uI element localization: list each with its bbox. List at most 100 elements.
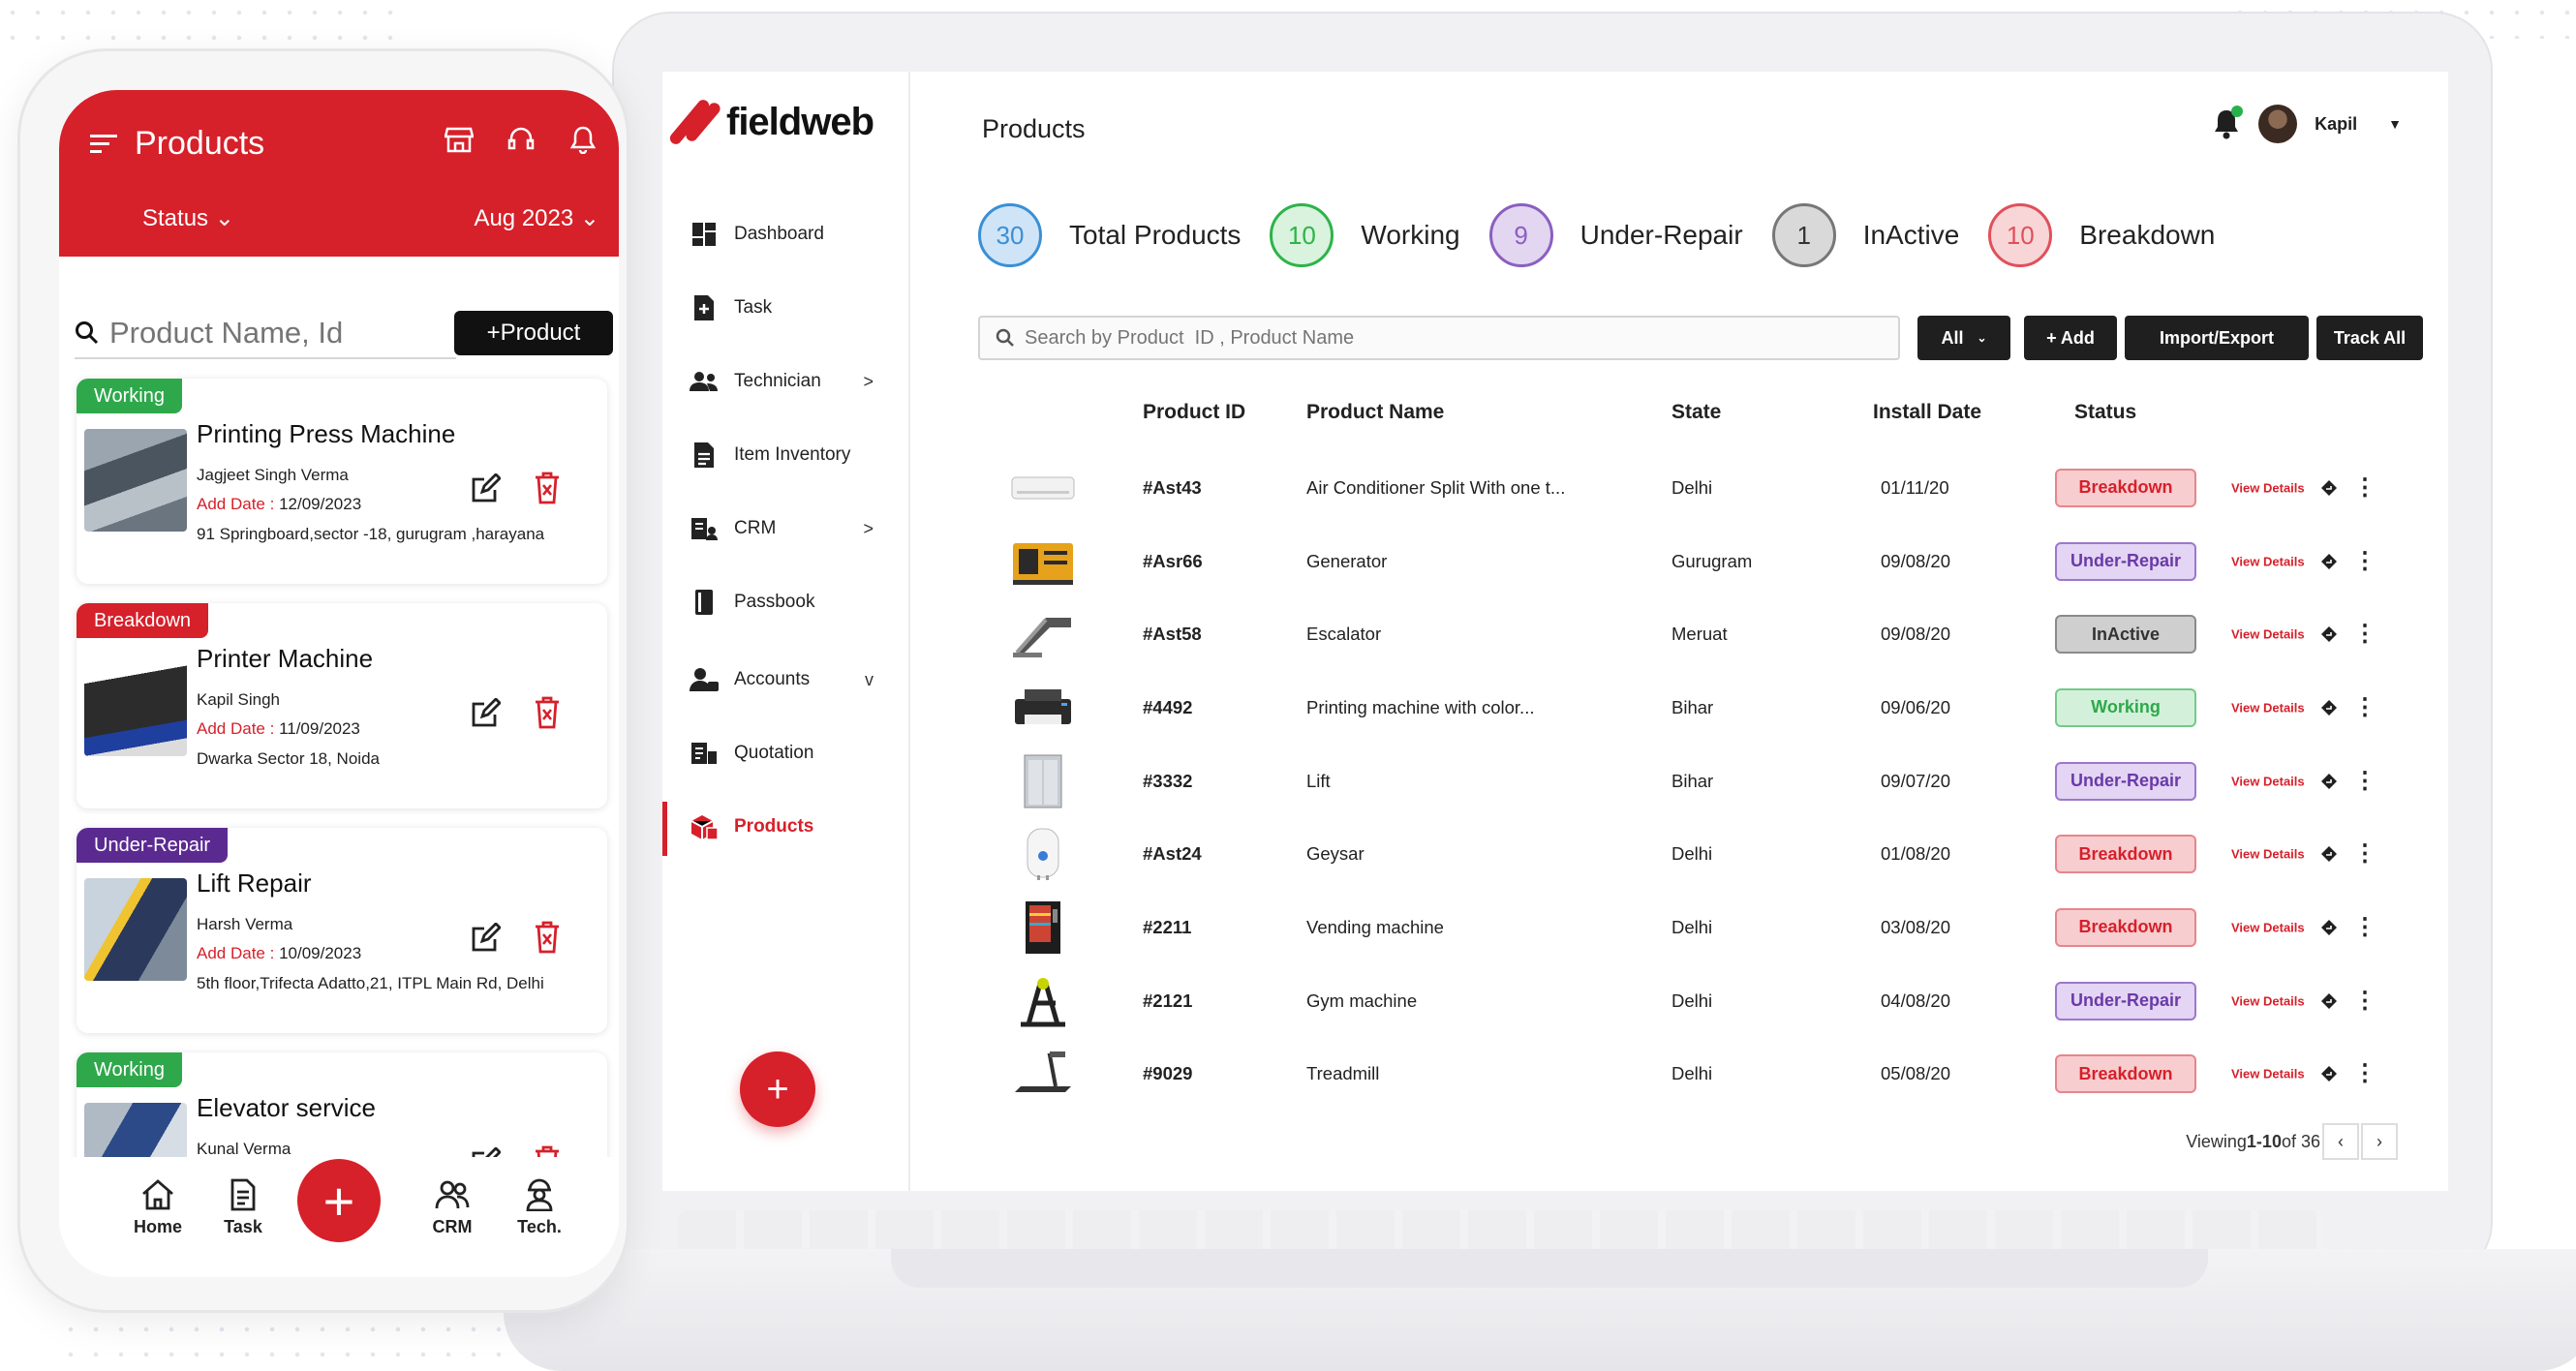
sidebar-item-passbook[interactable]: Passbook <box>662 565 910 639</box>
directions-icon[interactable] <box>2320 1065 2338 1082</box>
store-icon[interactable] <box>445 125 474 154</box>
view-details-link[interactable]: View Details <box>2231 627 2305 642</box>
stat-working[interactable]: 10 Working <box>1270 203 1460 267</box>
product-thumbnail <box>1009 682 1077 734</box>
mobile-search-input[interactable] <box>109 316 439 350</box>
more-options-icon[interactable]: ⋮ <box>2353 549 2377 573</box>
delete-icon[interactable] <box>534 696 561 729</box>
table-row[interactable]: #Ast24 Geysar Delhi 01/08/20 Breakdown View D… <box>978 817 2411 891</box>
product-name: Generator <box>1306 550 1388 571</box>
more-options-icon[interactable]: ⋮ <box>2353 989 2377 1013</box>
edit-icon[interactable] <box>470 923 501 954</box>
directions-icon[interactable] <box>2320 625 2338 643</box>
stat-inactive[interactable]: 1 InActive <box>1771 203 1959 267</box>
directions-icon[interactable] <box>2320 553 2338 570</box>
sidebar-item-task[interactable]: Task <box>662 271 910 345</box>
filter-dropdown[interactable]: All ⌄ <box>1917 316 2010 360</box>
delete-icon[interactable] <box>534 921 561 954</box>
product-thumbnail <box>1009 975 1077 1027</box>
sidebar-add-button[interactable]: + <box>740 1051 815 1127</box>
tab-crm[interactable]: CRM <box>404 1178 501 1237</box>
more-options-icon[interactable]: ⋮ <box>2353 475 2377 500</box>
product-card[interactable]: Breakdown Printer Machine Kapil Singh Add D… <box>77 603 607 808</box>
more-options-icon[interactable]: ⋮ <box>2353 1062 2377 1085</box>
directions-icon[interactable] <box>2320 479 2338 497</box>
sidebar-item-quotation[interactable]: Quotation <box>662 716 910 790</box>
user-name[interactable]: Kapil <box>2315 114 2357 135</box>
search-box[interactable] <box>978 316 1900 360</box>
add-product-button[interactable]: +Product <box>454 311 613 355</box>
headset-icon[interactable] <box>506 125 536 154</box>
view-details-link[interactable]: View Details <box>2231 920 2305 934</box>
sidebar-item-technician[interactable]: Technician > <box>662 345 910 418</box>
track-all-button[interactable]: Track All <box>2316 316 2423 360</box>
table-row[interactable]: #Ast43 Air Conditioner Split With one t..… <box>978 451 2411 525</box>
product-card[interactable]: Working Printing Press Machine Jagjeet Sin… <box>77 379 607 584</box>
install-date: 01/11/20 <box>1881 476 1949 498</box>
column-header[interactable]: Product Name <box>1306 401 1444 424</box>
import-export-button[interactable]: Import/Export <box>2125 316 2309 360</box>
product-name: Lift <box>1306 770 1331 791</box>
column-header[interactable]: State <box>1671 401 1721 424</box>
stat-total-products[interactable]: 30 Total Products <box>978 203 1241 267</box>
tab-home[interactable]: Home <box>109 1178 206 1237</box>
status-filter[interactable]: Status ⌄ <box>142 204 234 232</box>
directions-icon[interactable] <box>2320 699 2338 716</box>
view-details-link[interactable]: View Details <box>2231 1067 2305 1082</box>
view-details-link[interactable]: View Details <box>2231 480 2305 495</box>
table-row[interactable]: #3332 Lift Bihar 09/07/20 Under-Repair View D… <box>978 745 2411 818</box>
sidebar-item-crm[interactable]: CRM > <box>662 492 910 565</box>
fieldweb-logo[interactable]: fieldweb <box>667 97 874 147</box>
directions-icon[interactable] <box>2320 773 2338 790</box>
more-options-icon[interactable]: ⋮ <box>2353 842 2377 866</box>
tab-technician[interactable]: Tech. <box>491 1178 588 1237</box>
pager-suffix: of 36 <box>2281 1131 2320 1151</box>
table-row[interactable]: #9029 Treadmill Delhi 05/08/20 Breakdown View… <box>978 1038 2411 1112</box>
edit-icon[interactable] <box>470 698 501 729</box>
view-details-link[interactable]: View Details <box>2231 700 2305 715</box>
stat-breakdown[interactable]: 10 Breakdown <box>1988 203 2215 267</box>
view-details-link[interactable]: View Details <box>2231 554 2305 568</box>
column-header[interactable]: Product ID <box>1143 401 1245 424</box>
sidebar-item-item-inventory[interactable]: Item Inventory <box>662 418 910 492</box>
chevron-down-icon[interactable]: ▼ <box>2388 116 2402 132</box>
more-options-icon[interactable]: ⋮ <box>2353 623 2377 646</box>
stat-under-repair[interactable]: 9 Under-Repair <box>1488 203 1743 267</box>
table-row[interactable]: #Ast58 Escalator Meruat 09/08/20 InActive Vie… <box>978 597 2411 671</box>
directions-icon[interactable] <box>2320 992 2338 1010</box>
directions-icon[interactable] <box>2320 845 2338 863</box>
table-row[interactable]: #Asr66 Generator Gurugram 09/08/20 Under-Rep… <box>978 525 2411 598</box>
avatar[interactable] <box>2258 105 2298 143</box>
search-input[interactable] <box>1025 326 1877 350</box>
sidebar-item-dashboard[interactable]: Dashboard <box>662 198 910 271</box>
bell-icon[interactable] <box>568 125 598 154</box>
column-header[interactable]: Install Date <box>1873 401 1981 424</box>
table-row[interactable]: #2211 Vending machine Delhi 03/08/20 Breakdo… <box>978 891 2411 964</box>
tab-label: Task <box>224 1217 262 1236</box>
table-row[interactable]: #4492 Printing machine with color... Bihar… <box>978 671 2411 745</box>
directions-icon[interactable] <box>2320 919 2338 936</box>
view-details-link[interactable]: View Details <box>2231 993 2305 1008</box>
add-button[interactable]: + Add <box>2024 316 2117 360</box>
table-row[interactable]: #2121 Gym machine Delhi 04/08/20 Under-Repai… <box>978 964 2411 1038</box>
mobile-add-button[interactable]: + <box>297 1159 381 1242</box>
view-details-link[interactable]: View Details <box>2231 847 2305 862</box>
product-card[interactable]: Under-Repair Lift Repair Harsh Verma Add Da… <box>77 828 607 1033</box>
tab-task[interactable]: Task <box>195 1178 291 1237</box>
notification-bell-icon[interactable] <box>2212 106 2244 140</box>
more-options-icon[interactable]: ⋮ <box>2353 769 2377 793</box>
delete-icon[interactable] <box>534 472 561 504</box>
sidebar-item-products[interactable]: Products <box>662 790 910 864</box>
sidebar-item-accounts[interactable]: Accounts v <box>662 643 910 716</box>
column-header[interactable]: Status <box>2074 401 2136 424</box>
product-state: Delhi <box>1671 916 1713 937</box>
prev-page-button[interactable]: ‹ <box>2322 1123 2359 1160</box>
menu-icon[interactable] <box>90 134 119 155</box>
edit-icon[interactable] <box>470 473 501 504</box>
more-options-icon[interactable]: ⋮ <box>2353 695 2377 719</box>
mobile-search-box[interactable] <box>75 309 456 359</box>
view-details-link[interactable]: View Details <box>2231 774 2305 788</box>
date-filter[interactable]: Aug 2023 ⌄ <box>474 204 599 232</box>
more-options-icon[interactable]: ⋮ <box>2353 915 2377 939</box>
next-page-button[interactable]: › <box>2361 1123 2398 1160</box>
